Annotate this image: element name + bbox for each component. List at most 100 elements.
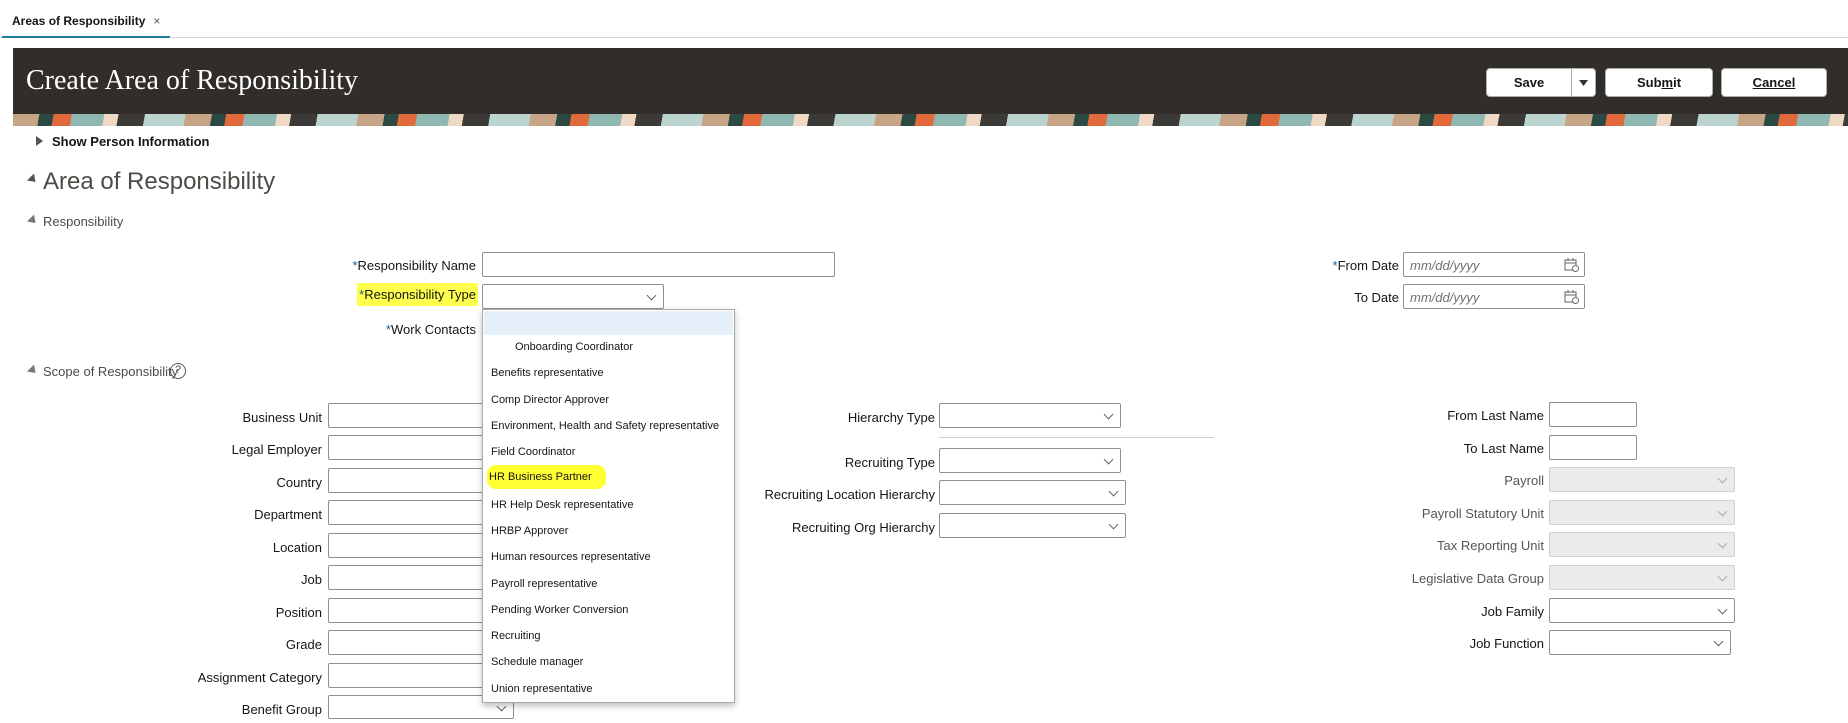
legislative-data-group-select <box>1549 565 1735 590</box>
responsibility-heading: Responsibility <box>43 214 124 229</box>
dropdown-option[interactable]: Schedule manager <box>491 656 583 668</box>
from-last-name-label: From Last Name <box>1447 408 1544 423</box>
grade-label: Grade <box>285 637 322 652</box>
chevron-down-icon <box>1103 454 1114 465</box>
work-contacts-text: Work Contacts <box>390 322 476 337</box>
location-label: Location <box>272 540 322 555</box>
dropdown-option-highlighted[interactable]: HR Business Partner <box>487 465 606 489</box>
from-last-name-input[interactable] <box>1549 402 1637 427</box>
chevron-down-icon <box>646 290 657 301</box>
tax-reporting-unit-label: Tax Reporting Unit <box>1437 538 1544 553</box>
recruiting-type-select[interactable] <box>939 448 1121 473</box>
recruiting-org-hierarchy-select[interactable] <box>939 513 1126 538</box>
dropdown-option[interactable]: Human resources representative <box>491 551 651 563</box>
work-contacts-label: *Work Contacts <box>386 322 476 337</box>
section-title: Area of Responsibility <box>43 168 276 195</box>
to-date-input[interactable]: mm/dd/yyyy <box>1403 284 1585 309</box>
dropdown-option[interactable]: HRBP Approver <box>491 525 568 537</box>
dropdown-option[interactable]: Onboarding Coordinator <box>515 341 633 353</box>
chevron-down-icon <box>1717 473 1728 484</box>
close-icon[interactable]: × <box>153 14 160 28</box>
department-select[interactable] <box>328 500 508 525</box>
chevron-down-icon <box>1717 571 1728 582</box>
dropdown-option[interactable]: Comp Director Approver <box>491 394 609 406</box>
legal-employer-select[interactable] <box>328 435 508 460</box>
to-last-name-label: To Last Name <box>1463 441 1544 456</box>
responsibility-type-select[interactable] <box>482 284 664 309</box>
save-menu-chevron-down-icon[interactable] <box>1571 69 1596 96</box>
submit-label-b: it <box>1673 75 1682 90</box>
dropdown-option[interactable]: Recruiting <box>491 630 541 642</box>
department-label: Department <box>254 507 322 522</box>
dropdown-option[interactable]: Union representative <box>491 683 593 695</box>
to-last-name-input[interactable] <box>1549 435 1637 460</box>
tab-label: Areas of Responsibility <box>12 14 146 28</box>
from-date-label: *From Date <box>1333 258 1399 273</box>
business-unit-select[interactable] <box>328 403 508 428</box>
calendar-icon[interactable] <box>1564 257 1579 272</box>
expand-person-info-icon[interactable] <box>36 136 43 146</box>
divider <box>939 437 1214 438</box>
cancel-button[interactable]: Cancel <box>1721 68 1827 97</box>
submit-label-a: Sub <box>1636 75 1662 90</box>
dropdown-option[interactable]: Payroll representative <box>491 578 597 590</box>
recruiting-location-hierarchy-select[interactable] <box>939 480 1126 505</box>
page-title: Create Area of Responsibility <box>26 65 359 96</box>
responsibility-name-label: *Responsibility Name <box>352 258 476 273</box>
chevron-down-icon <box>1108 486 1119 497</box>
to-date-placeholder: mm/dd/yyyy <box>1410 290 1480 305</box>
hierarchy-type-select[interactable] <box>939 403 1121 428</box>
from-date-placeholder: mm/dd/yyyy <box>1410 258 1480 273</box>
position-label: Position <box>275 605 322 620</box>
help-icon[interactable]: ? <box>170 363 186 379</box>
calendar-icon[interactable] <box>1564 289 1579 304</box>
dropdown-option[interactable]: Field Coordinator <box>491 446 575 458</box>
collapse-area-icon[interactable] <box>26 173 40 186</box>
responsibility-type-dropdown: Onboarding Coordinator Benefits represen… <box>482 309 735 703</box>
show-person-information-link[interactable]: Show Person Information <box>52 134 209 149</box>
banner-decoration <box>13 114 1848 126</box>
recruiting-type-label: Recruiting Type <box>844 455 935 470</box>
from-date-input[interactable]: mm/dd/yyyy <box>1403 252 1585 277</box>
tax-reporting-unit-select <box>1549 532 1735 557</box>
collapse-scope-icon[interactable] <box>26 364 40 377</box>
location-select[interactable] <box>328 533 508 558</box>
recruiting-org-hierarchy-label: Recruiting Org Hierarchy <box>791 520 935 535</box>
from-date-text: From Date <box>1337 258 1399 273</box>
job-function-label: Job Function <box>1469 636 1544 651</box>
submit-label-mnemonic: m <box>1661 75 1674 90</box>
dropdown-blank-option[interactable] <box>484 311 733 335</box>
tab-areas-of-responsibility[interactable]: Areas of Responsibility × <box>2 8 171 38</box>
dropdown-option[interactable]: Benefits representative <box>491 367 604 379</box>
job-select[interactable] <box>328 565 508 590</box>
chevron-down-icon <box>1713 636 1724 647</box>
dropdown-option[interactable]: Pending Worker Conversion <box>491 604 628 616</box>
responsibility-type-label: *Responsibility Type <box>357 283 478 306</box>
job-label: Job <box>301 572 322 587</box>
position-select[interactable] <box>328 598 508 623</box>
benefit-group-label: Benefit Group <box>241 702 322 717</box>
tab-strip <box>0 0 1848 38</box>
chevron-down-icon <box>1717 538 1728 549</box>
hierarchy-type-label: Hierarchy Type <box>847 410 935 425</box>
job-function-select[interactable] <box>1549 630 1731 655</box>
job-family-label: Job Family <box>1481 604 1544 619</box>
cancel-label-mnemonic: C <box>1752 75 1763 90</box>
dropdown-option[interactable]: HR Help Desk representative <box>491 499 633 511</box>
collapse-responsibility-icon[interactable] <box>26 214 40 227</box>
responsibility-name-input[interactable] <box>482 252 835 277</box>
assignment-category-label: Assignment Category <box>197 670 322 685</box>
legal-employer-label: Legal Employer <box>231 442 322 457</box>
country-select[interactable] <box>328 468 508 493</box>
save-button[interactable]: Save <box>1486 68 1596 97</box>
business-unit-label: Business Unit <box>242 410 322 425</box>
grade-select[interactable] <box>328 630 508 655</box>
dropdown-option[interactable]: Environment, Health and Safety represent… <box>491 420 719 432</box>
cancel-label: ancel <box>1762 75 1796 90</box>
responsibility-name-text: Responsibility Name <box>357 258 477 273</box>
chevron-down-icon <box>1103 409 1114 420</box>
job-family-select[interactable] <box>1549 598 1735 623</box>
assignment-category-select[interactable] <box>328 663 508 688</box>
responsibility-type-text: Responsibility Type <box>364 287 476 302</box>
submit-button[interactable]: Sub m it <box>1605 68 1713 97</box>
